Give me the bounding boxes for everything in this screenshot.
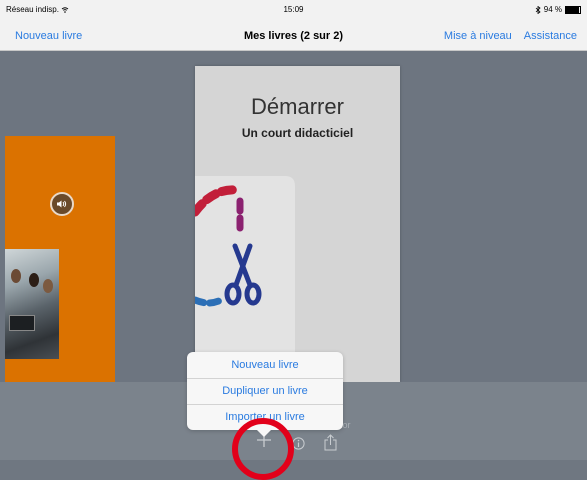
status-time: 15:09 — [283, 5, 304, 14]
nav-right-buttons: Mise à niveau Assistance — [444, 30, 577, 42]
share-icon[interactable] — [324, 434, 337, 451]
battery-fill — [566, 6, 580, 13]
highlight-circle — [232, 418, 294, 480]
photo-person — [29, 273, 39, 287]
speaker-icon[interactable] — [50, 192, 74, 216]
photo-person — [43, 279, 53, 293]
bluetooth-icon — [535, 5, 541, 14]
menu-item-new-book[interactable]: Nouveau livre — [187, 352, 343, 378]
battery-status: 94 % — [535, 5, 581, 14]
menu-item-duplicate-book[interactable]: Dupliquer un livre — [187, 378, 343, 404]
book-cover-tutorial[interactable]: Démarrer Un court didacticiel — [195, 66, 400, 382]
nav-bar: Nouveau livre Mes livres (2 sur 2) Mise … — [0, 20, 587, 51]
help-button[interactable]: Assistance — [524, 30, 577, 42]
battery-icon — [565, 5, 581, 14]
photo-person — [11, 269, 21, 283]
photo-laptop — [9, 315, 35, 331]
battery-percent: 94 % — [543, 5, 562, 14]
book-title: Démarrer — [251, 94, 344, 119]
status-bar: Réseau indisp. 15:09 94 % — [0, 0, 587, 20]
book-subtitle: Un court didacticiel — [241, 126, 354, 140]
upgrade-button[interactable]: Mise à niveau — [444, 30, 512, 42]
book-photo — [5, 249, 59, 359]
